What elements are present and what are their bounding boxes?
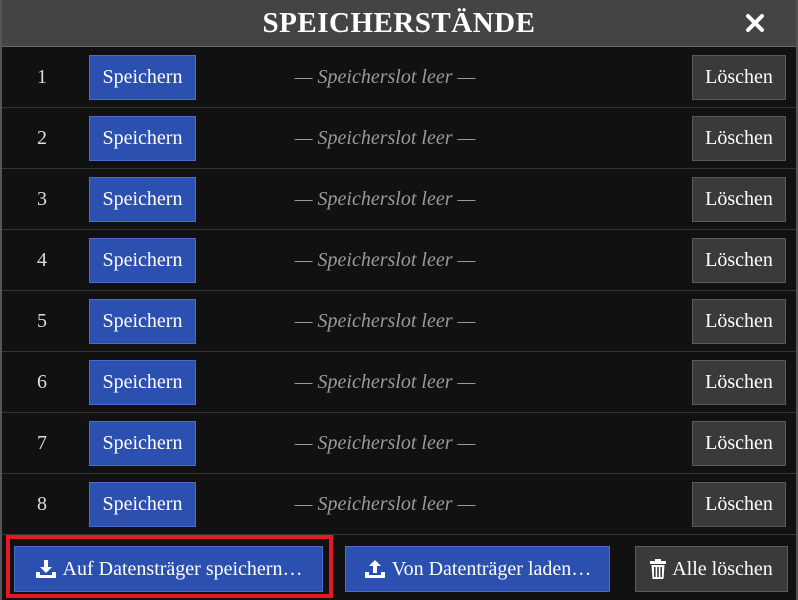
delete-button[interactable]: Löschen — [692, 299, 786, 344]
slot-number: 3 — [37, 188, 47, 210]
save-slot: 5 Speichern — Speicherslot leer — Lösche… — [2, 291, 796, 352]
dialog-header: SPEICHERSTÄNDE — [2, 0, 796, 47]
delete-button[interactable]: Löschen — [692, 238, 786, 283]
save-dialog: SPEICHERSTÄNDE 1 Speichern — Speicherslo… — [0, 0, 798, 600]
delete-button[interactable]: Löschen — [692, 177, 786, 222]
slot-status: — Speicherslot leer — — [294, 493, 476, 515]
slot-number: 1 — [37, 66, 47, 88]
save-slot: 7 Speichern — Speicherslot leer — Lösche… — [2, 413, 796, 474]
slot-number: 6 — [37, 371, 47, 393]
dialog-title: SPEICHERSTÄNDE — [262, 7, 536, 39]
slot-status: — Speicherslot leer — — [294, 127, 476, 149]
upload-icon — [364, 560, 385, 578]
close-button[interactable] — [738, 7, 772, 39]
delete-button[interactable]: Löschen — [692, 421, 786, 466]
slot-status: — Speicherslot leer — — [294, 371, 476, 393]
slot-number: 4 — [37, 249, 47, 271]
slot-status: — Speicherslot leer — — [294, 249, 476, 271]
export-to-disk-button[interactable]: Auf Datensträger speichern… — [14, 546, 323, 592]
save-button[interactable]: Speichern — [89, 421, 196, 466]
delete-button[interactable]: Löschen — [692, 360, 786, 405]
slot-number: 7 — [37, 432, 47, 454]
download-icon — [35, 560, 56, 578]
import-button-label: Von Datenträger laden… — [391, 557, 592, 580]
save-button[interactable]: Speichern — [89, 299, 196, 344]
close-icon — [746, 14, 764, 32]
save-slot: 4 Speichern — Speicherslot leer — Lösche… — [2, 230, 796, 291]
slot-status: — Speicherslot leer — — [294, 310, 476, 332]
slot-number: 5 — [37, 310, 47, 332]
delete-button[interactable]: Löschen — [692, 116, 786, 161]
save-slot-list: 1 Speichern — Speicherslot leer — Lösche… — [2, 47, 796, 535]
slot-number: 8 — [37, 493, 47, 515]
save-slot: 2 Speichern — Speicherslot leer — Lösche… — [2, 108, 796, 169]
save-slot: 8 Speichern — Speicherslot leer — Lösche… — [2, 474, 796, 535]
save-button[interactable]: Speichern — [89, 482, 196, 527]
slot-number: 2 — [37, 127, 47, 149]
trash-icon — [650, 559, 667, 579]
save-slot: 6 Speichern — Speicherslot leer — Lösche… — [2, 352, 796, 413]
save-slot: 3 Speichern — Speicherslot leer — Lösche… — [2, 169, 796, 230]
slot-status: — Speicherslot leer — — [294, 66, 476, 88]
slot-status: — Speicherslot leer — — [294, 432, 476, 454]
delete-button[interactable]: Löschen — [692, 482, 786, 527]
delete-button[interactable]: Löschen — [692, 55, 786, 100]
dialog-footer: Auf Datensträger speichern… Von Datenträ… — [2, 535, 796, 600]
save-button[interactable]: Speichern — [89, 177, 196, 222]
delete-all-button[interactable]: Alle löschen — [635, 546, 788, 592]
save-slot: 1 Speichern — Speicherslot leer — Lösche… — [2, 47, 796, 108]
import-from-disk-button[interactable]: Von Datenträger laden… — [345, 546, 610, 592]
save-button[interactable]: Speichern — [89, 116, 196, 161]
save-button[interactable]: Speichern — [89, 360, 196, 405]
save-button[interactable]: Speichern — [89, 55, 196, 100]
delete-all-label: Alle löschen — [672, 557, 773, 580]
slot-status: — Speicherslot leer — — [294, 188, 476, 210]
export-button-label: Auf Datensträger speichern… — [62, 557, 303, 580]
save-button[interactable]: Speichern — [89, 238, 196, 283]
